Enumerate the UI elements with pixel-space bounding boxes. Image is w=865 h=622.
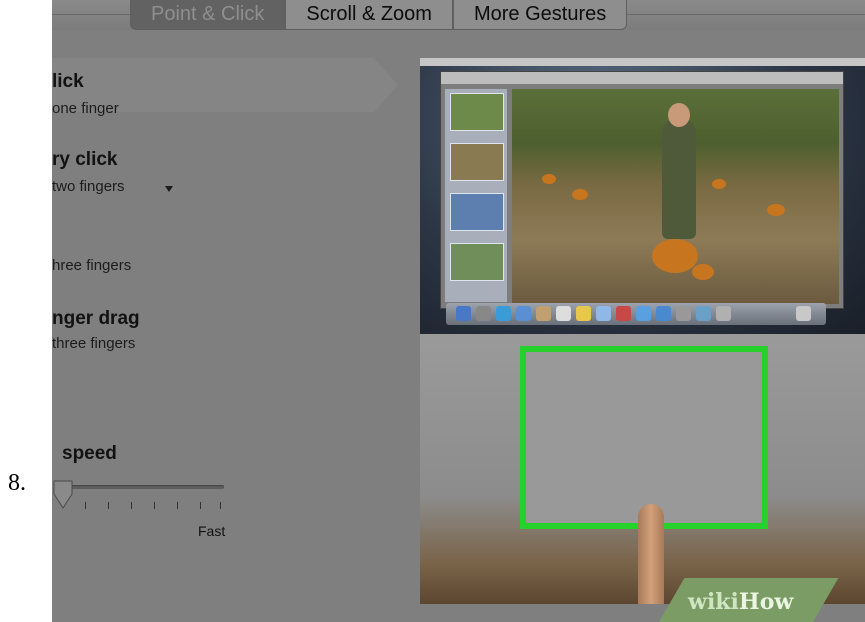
pumpkin-image [652, 239, 698, 273]
photo-thumbnail [450, 193, 504, 231]
dock-app-icon [636, 306, 651, 321]
slider-tick [200, 502, 201, 509]
slider-tick [131, 502, 132, 509]
gesture-preview [420, 58, 865, 604]
watermark-part-1: wiki [688, 589, 739, 615]
photo-thumbnail [450, 143, 504, 181]
dock-app-icon [576, 306, 591, 321]
tab-more-gestures[interactable]: More Gestures [452, 0, 628, 30]
dock-app-icon [676, 306, 691, 321]
photo-thumbnail [450, 93, 504, 131]
slider-tick [108, 502, 109, 509]
dock-app-icon [496, 306, 511, 321]
main-photo [512, 89, 839, 304]
girl-face [668, 103, 690, 127]
slider-tick [154, 502, 155, 509]
chevron-down-icon[interactable] [165, 186, 173, 192]
pumpkin-image [767, 204, 785, 216]
trackpad-scene [420, 334, 865, 604]
dock-app-icon [476, 306, 491, 321]
dock-app-icon [456, 306, 471, 321]
pumpkin-image [712, 179, 726, 189]
slider-tick [177, 502, 178, 509]
tracking-speed-title: speed [62, 443, 117, 464]
option-tap-to-click-subtitle: one finger [52, 100, 119, 117]
photo-app-window [440, 71, 844, 309]
finger-image [638, 504, 664, 604]
pumpkin-image [572, 189, 588, 200]
tracking-speed-slider[interactable] [60, 485, 224, 489]
trash-icon [796, 306, 811, 321]
photo-thumbnail [450, 243, 504, 281]
segmented-tabs: Point & Click Scroll & Zoom More Gesture… [130, 0, 628, 30]
trackpad-highlight [520, 346, 768, 529]
dock-app-icon [656, 306, 671, 321]
dock-app-icon [596, 306, 611, 321]
slider-thumb[interactable] [53, 480, 73, 510]
wikihow-watermark: wikiHow [688, 589, 793, 615]
preview-screen [420, 58, 865, 334]
dock [446, 303, 826, 325]
slider-tick [220, 502, 221, 509]
dock-app-icon [556, 306, 571, 321]
watermark-part-2: How [738, 589, 794, 615]
slider-fast-label: Fast [198, 523, 226, 539]
tab-scroll-zoom[interactable]: Scroll & Zoom [285, 0, 453, 30]
selected-option-pointer [374, 58, 398, 112]
option-three-finger-drag-subtitle: three fingers [52, 335, 136, 352]
girl-figure [662, 119, 696, 239]
option-three-finger-drag-title[interactable]: nger drag [52, 308, 140, 330]
step-number: 8. [8, 470, 26, 496]
option-secondary-click-title[interactable]: ry click [52, 149, 118, 171]
window-title-bar [441, 72, 843, 84]
option-secondary-click-subtitle[interactable]: two fingers [52, 178, 125, 195]
tab-point-click[interactable]: Point & Click [130, 0, 286, 30]
slider-tick [85, 502, 86, 509]
dock-app-icon [516, 306, 531, 321]
dock-app-icon [536, 306, 551, 321]
option-look-up-subtitle: hree fingers [52, 257, 132, 274]
dock-app-icon [696, 306, 711, 321]
menu-bar [420, 58, 865, 66]
option-tap-to-click-title[interactable]: lick [52, 71, 84, 93]
dock-app-icon [616, 306, 631, 321]
thumbnail-sidebar [445, 89, 507, 302]
dock-app-icon [716, 306, 731, 321]
trackpad-preferences-panel: Point & Click Scroll & Zoom More Gesture… [52, 0, 865, 622]
pumpkin-image [692, 264, 714, 280]
pumpkin-image [542, 174, 556, 184]
